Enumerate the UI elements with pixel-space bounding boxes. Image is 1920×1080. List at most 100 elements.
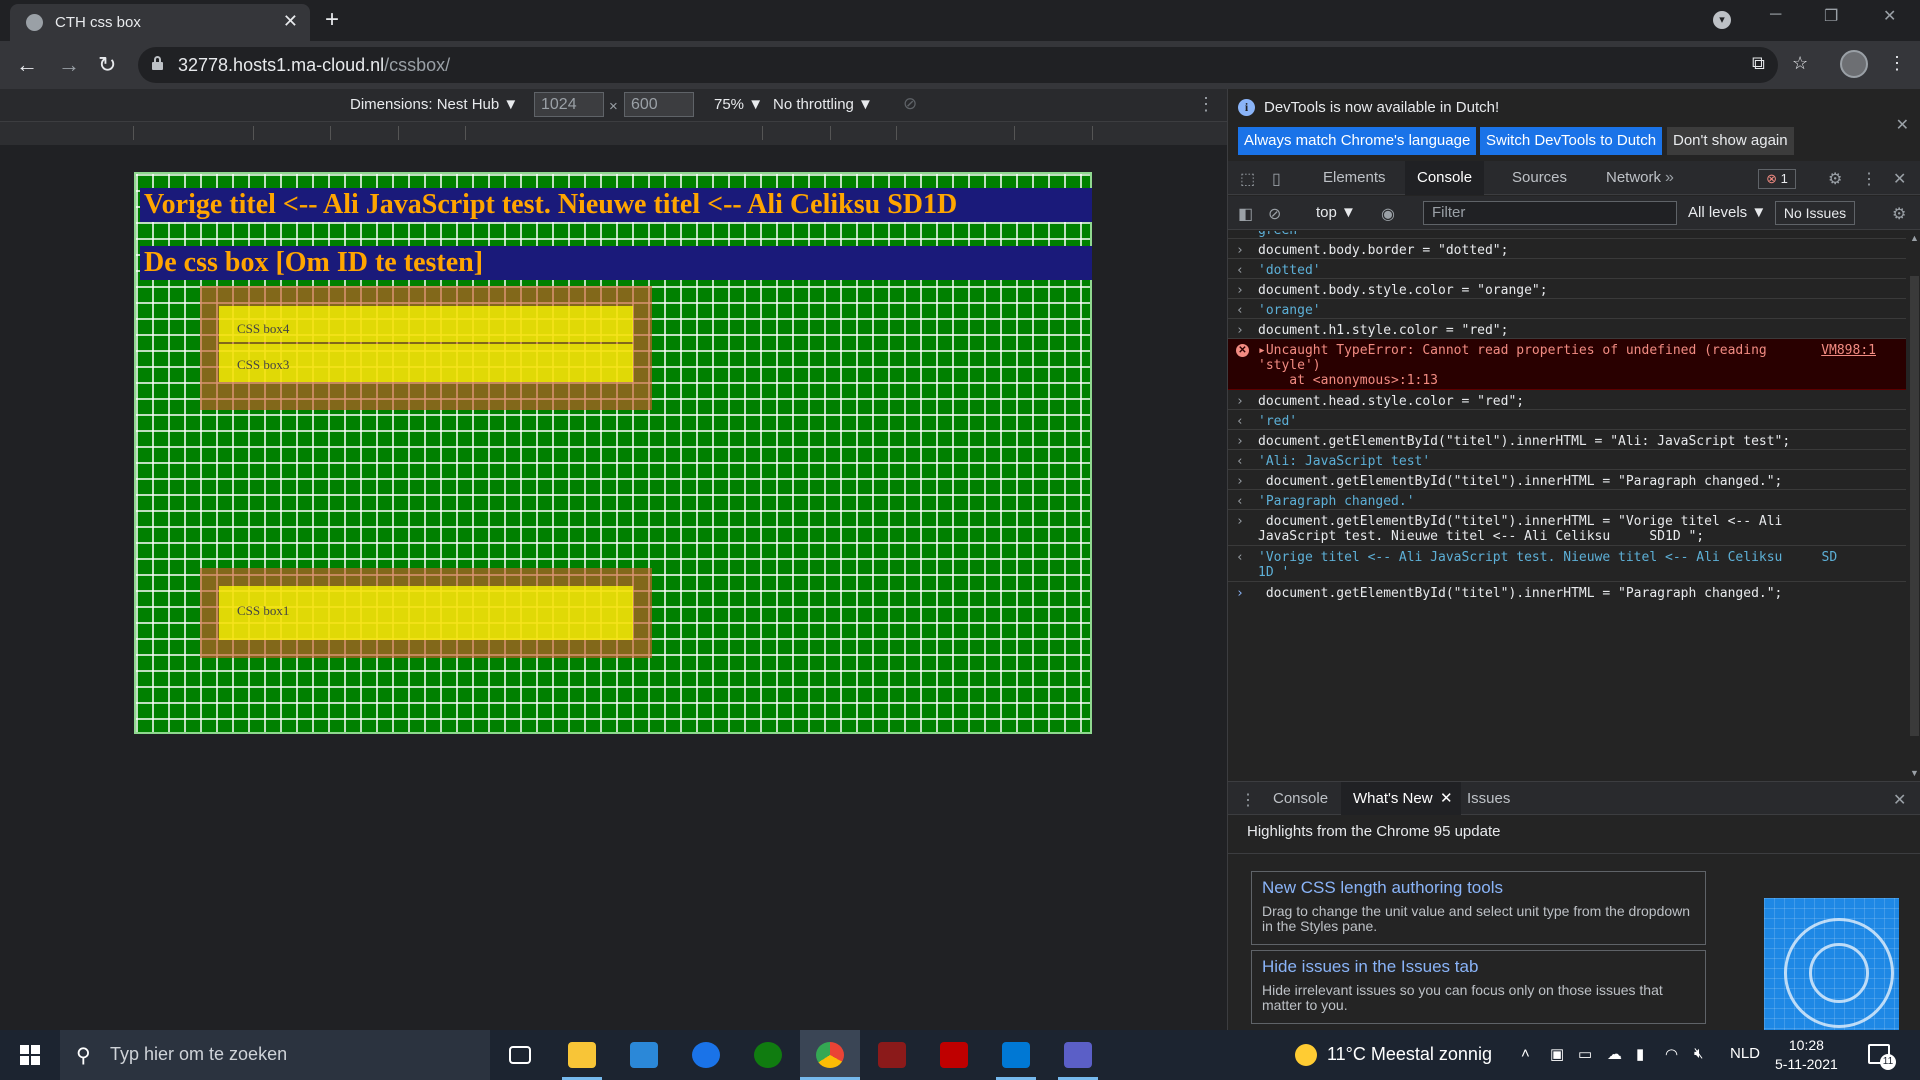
settings-gear-icon[interactable]: ⚙: [1828, 169, 1842, 189]
console-prompt[interactable]: › document.getElementById("titel").inner…: [1228, 582, 1906, 604]
device-toggle-icon[interactable]: ▯: [1272, 169, 1281, 189]
feature-card-title[interactable]: Hide issues in the Issues tab: [1262, 957, 1478, 977]
console-result: ‹ 'Vorige titel <-- Ali JavaScript test. …: [1228, 546, 1906, 582]
page-title: Vorige titel <-- Ali JavaScript test. Ni…: [140, 188, 1092, 222]
reload-icon[interactable]: ↻: [98, 52, 116, 78]
language-indicator[interactable]: NLD: [1730, 1045, 1760, 1062]
windows-start-icon[interactable]: [20, 1045, 40, 1065]
minimize-icon[interactable]: ─: [1770, 6, 1781, 24]
error-count-badge[interactable]: ⊗ 1: [1758, 169, 1796, 189]
switch-dutch-button[interactable]: Switch DevTools to Dutch: [1480, 127, 1663, 155]
clock-date: 5-11-2021: [1775, 1056, 1838, 1072]
vscode-icon[interactable]: [986, 1030, 1046, 1080]
console-filter-input[interactable]: Filter: [1423, 201, 1677, 225]
filezilla-icon[interactable]: [924, 1030, 984, 1080]
media-query-bar[interactable]: [0, 121, 1227, 145]
lock-icon[interactable]: [152, 56, 163, 70]
edge-like-app-icon[interactable]: [676, 1030, 736, 1080]
browser-tab[interactable]: CTH css box ✕: [10, 4, 310, 41]
console-scrollbar[interactable]: ▲ ▼: [1908, 231, 1920, 781]
log-levels-dropdown[interactable]: All levels ▼: [1688, 204, 1766, 221]
chrome-icon[interactable]: [800, 1030, 860, 1080]
console-settings-icon[interactable]: ⚙: [1892, 204, 1906, 224]
battery-icon[interactable]: ▮: [1636, 1045, 1644, 1063]
drawer-tab-console[interactable]: Console: [1261, 782, 1340, 816]
maximize-icon[interactable]: ❐: [1824, 6, 1838, 26]
back-arrow-icon[interactable]: ←: [16, 52, 38, 78]
devtools-menu-icon[interactable]: ⋮: [1861, 169, 1877, 189]
feature-card-title[interactable]: New CSS length authoring tools: [1262, 878, 1503, 898]
dimensions-dropdown[interactable]: Dimensions: Nest Hub ▼: [350, 96, 518, 113]
volume-muted-icon[interactable]: 🔇︎: [1694, 1045, 1703, 1062]
teams-icon[interactable]: [1048, 1030, 1108, 1080]
tab-console[interactable]: Console: [1405, 161, 1485, 195]
kebab-menu-icon[interactable]: ⋮: [1888, 53, 1906, 74]
notification-count: 11: [1880, 1054, 1896, 1070]
close-tab-icon[interactable]: ✕: [283, 11, 298, 32]
console-result: ‹'dotted': [1228, 259, 1906, 279]
tab-search-icon[interactable]: ▾: [1713, 11, 1731, 29]
forward-arrow-icon[interactable]: →: [58, 52, 80, 78]
file-explorer-icon[interactable]: [552, 1030, 612, 1080]
live-expression-eye-icon[interactable]: ◉: [1381, 204, 1395, 224]
taskbar-clock[interactable]: 10:28 5-11-2021: [1775, 1036, 1838, 1074]
xbox-icon[interactable]: [738, 1030, 798, 1080]
camera-icon[interactable]: ▣: [1550, 1045, 1564, 1063]
emulated-viewport: Vorige titel <-- Ali JavaScript test. Ni…: [0, 145, 1227, 1030]
taskbar-search[interactable]: ⚲ Typ hier om te zoeken: [60, 1030, 490, 1080]
drawer-menu-icon[interactable]: ⋮: [1240, 790, 1256, 810]
close-whats-new-icon[interactable]: ✕: [1440, 782, 1453, 816]
notification-icon[interactable]: 11: [1868, 1044, 1896, 1070]
tray-chevron-up-icon[interactable]: ˄: [1521, 1045, 1530, 1062]
error-source-link[interactable]: VM898:1: [1821, 343, 1876, 358]
tab-title: CTH css box: [55, 14, 141, 31]
task-view-icon[interactable]: [490, 1030, 550, 1080]
drawer-tab-whats-new[interactable]: What's New ✕: [1341, 782, 1461, 816]
throttling-dropdown[interactable]: No throttling ▼: [773, 96, 873, 113]
close-window-icon[interactable]: ✕: [1883, 6, 1896, 26]
tab-network[interactable]: Network: [1594, 161, 1673, 195]
height-input[interactable]: 600: [624, 92, 694, 117]
profile-avatar[interactable]: [1840, 50, 1868, 78]
mail-icon[interactable]: [614, 1030, 674, 1080]
drawer-tab-issues[interactable]: Issues: [1455, 782, 1522, 816]
display-icon[interactable]: ▭: [1578, 1045, 1592, 1063]
close-devtools-icon[interactable]: ✕: [1893, 169, 1906, 189]
device-toolbar: Dimensions: Nest Hub ▼ 1024 × 600 75% ▼ …: [0, 89, 1227, 121]
match-language-button[interactable]: Always match Chrome's language: [1238, 127, 1477, 155]
device-more-icon[interactable]: ⋮: [1197, 94, 1215, 115]
issues-counter[interactable]: No Issues: [1775, 201, 1855, 225]
weather-widget[interactable]: 11°C Meestal zonnig: [1295, 1044, 1492, 1067]
console-command: › document.head.style.color = "red";: [1228, 390, 1906, 410]
sidebar-toggle-icon[interactable]: ◧: [1238, 204, 1253, 224]
console-output[interactable]: green ›document.body.border = "dotted"; …: [1228, 231, 1906, 781]
url-text[interactable]: 32778.hosts1.ma-cloud.nl/cssbox/: [178, 55, 450, 76]
clear-console-icon[interactable]: ⊘: [1268, 204, 1281, 224]
close-drawer-icon[interactable]: ✕: [1893, 790, 1906, 810]
wifi-icon[interactable]: ◠: [1665, 1045, 1678, 1063]
console-partial-line: green: [1228, 231, 1906, 239]
address-bar[interactable]: 32778.hosts1.ma-cloud.nl/cssbox/: [138, 47, 1778, 83]
tab-sources[interactable]: Sources: [1500, 161, 1579, 195]
red-app-icon[interactable]: [862, 1030, 922, 1080]
bookmark-star-icon[interactable]: ☆: [1792, 53, 1808, 74]
close-infobar-icon[interactable]: ✕: [1896, 115, 1909, 135]
feature-card[interactable]: Hide issues in the Issues tab Hide irrel…: [1251, 950, 1706, 1024]
tab-elements[interactable]: Elements: [1311, 161, 1398, 195]
zoom-dropdown[interactable]: 75% ▼: [714, 96, 763, 113]
console-command: › document.h1.style.color = "red";: [1228, 319, 1906, 339]
width-input[interactable]: 1024: [534, 92, 604, 117]
feature-card[interactable]: New CSS length authoring tools Drag to c…: [1251, 871, 1706, 945]
css-box1-label: CSS box1: [237, 603, 290, 618]
console-command: › document.getElementById("titel").inner…: [1228, 470, 1906, 490]
cloud-icon[interactable]: ☁: [1607, 1045, 1622, 1063]
console-command: › document.getElementById("titel").innerH…: [1228, 430, 1906, 450]
rotate-disabled-icon[interactable]: ⊘: [903, 94, 917, 114]
inspect-element-icon[interactable]: ⬚: [1240, 169, 1255, 189]
dont-show-again-button[interactable]: Don't show again: [1667, 127, 1794, 155]
context-selector[interactable]: top ▼: [1316, 204, 1356, 221]
more-tabs-icon[interactable]: »: [1665, 169, 1674, 187]
new-tab-button[interactable]: +: [325, 6, 339, 34]
clock-time: 10:28: [1788, 1037, 1824, 1053]
translate-icon[interactable]: ⧉: [1752, 53, 1765, 74]
